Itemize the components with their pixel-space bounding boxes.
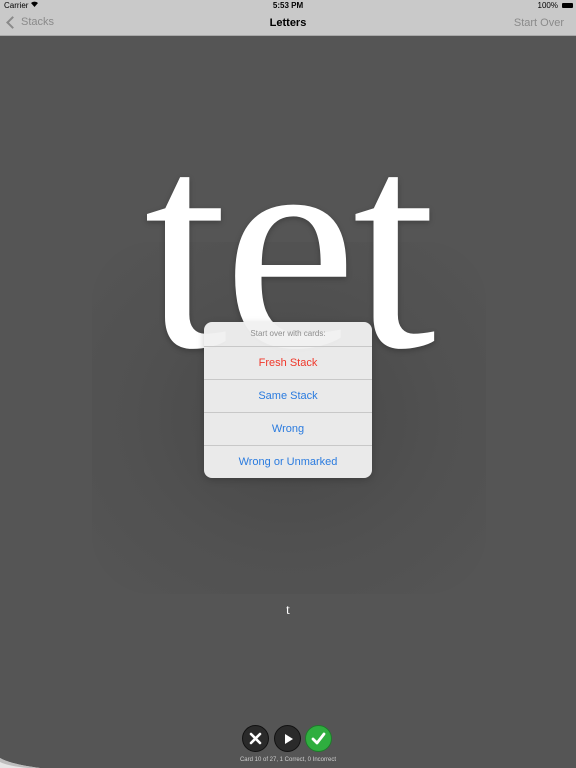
action-sheet-header: Start over with cards: [204, 322, 372, 347]
page-curl-icon[interactable] [0, 750, 40, 768]
card-controls [0, 725, 576, 753]
mark-correct-button[interactable] [305, 725, 332, 752]
checkmark-icon [311, 732, 326, 745]
start-over-action-sheet: Start over with cards: Fresh Stack Same … [204, 322, 372, 478]
status-time: 5:53 PM [272, 1, 304, 10]
wrong-or-unmarked-option[interactable]: Wrong or Unmarked [204, 446, 372, 478]
progress-status: Card 10 of 27, 1 Correct, 0 Incorrect [239, 757, 337, 763]
page-title: Letters [269, 17, 307, 29]
wrong-option[interactable]: Wrong [204, 413, 372, 446]
status-bar: Carrier 5:53 PM 100% [0, 0, 576, 12]
battery-percentage: 100% [537, 1, 558, 10]
battery-icon [562, 3, 573, 8]
start-over-button[interactable]: Start Over [514, 17, 564, 29]
play-icon [284, 733, 293, 744]
mark-wrong-button[interactable] [242, 725, 269, 752]
flashcard-answer: t [286, 603, 290, 618]
close-icon [249, 732, 262, 745]
same-stack-option[interactable]: Same Stack [204, 380, 372, 413]
play-button[interactable] [274, 725, 301, 752]
fresh-stack-option[interactable]: Fresh Stack [204, 347, 372, 380]
navigation-bar: Stacks Letters Start Over [0, 12, 576, 36]
